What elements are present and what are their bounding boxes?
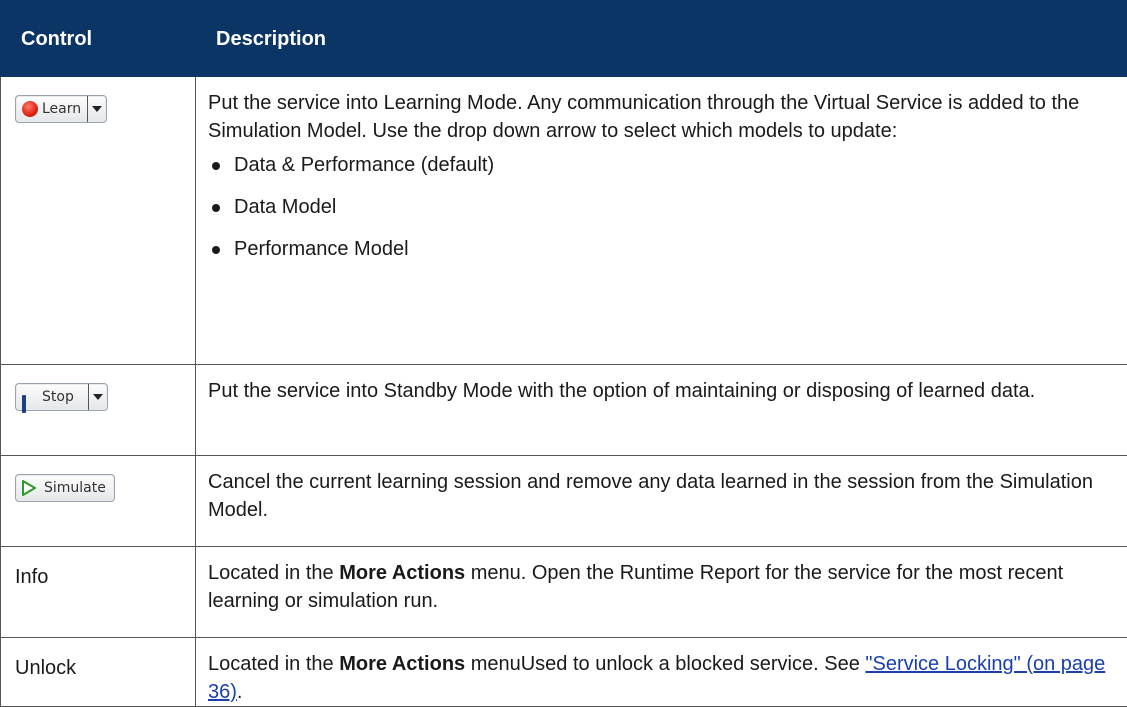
unlock-control: Unlock bbox=[15, 638, 183, 682]
stop-description: Put the service into Standby Mode with t… bbox=[208, 377, 1115, 405]
table-header-row: Control Description bbox=[1, 1, 1127, 77]
table-row: Learn Put the service into Learning Mode… bbox=[1, 77, 1127, 365]
description-cell: Put the service into Learning Mode. Any … bbox=[196, 77, 1127, 365]
model-options-list: Data & Performance (default) Data Model … bbox=[208, 151, 1115, 263]
control-cell: Unlock bbox=[1, 638, 196, 707]
list-item: Data & Performance (default) bbox=[208, 151, 1115, 179]
controls-table: Control Description Learn Put the servic… bbox=[0, 0, 1127, 707]
chevron-down-icon bbox=[93, 393, 103, 401]
learn-dropdown-arrow[interactable] bbox=[87, 96, 106, 122]
simulate-description: Cancel the current learning session and … bbox=[208, 468, 1115, 524]
simulate-button[interactable]: Simulate bbox=[15, 474, 115, 502]
record-icon bbox=[22, 101, 38, 117]
play-icon bbox=[22, 480, 36, 496]
chevron-down-icon bbox=[92, 105, 102, 113]
learn-description: Put the service into Learning Mode. Any … bbox=[208, 89, 1115, 145]
header-control: Control bbox=[1, 1, 196, 77]
list-item: Data Model bbox=[208, 193, 1115, 221]
header-description: Description bbox=[196, 1, 1127, 77]
simulate-button-label: Simulate bbox=[36, 474, 114, 502]
unlock-desc-text: Located in the bbox=[208, 653, 339, 675]
table-row: Simulate Cancel the current learning ses… bbox=[1, 456, 1127, 547]
description-cell: Located in the More Actions menuUsed to … bbox=[196, 638, 1127, 707]
stop-button[interactable]: Stop bbox=[15, 383, 108, 411]
description-cell: Located in the More Actions menu. Open t… bbox=[196, 547, 1127, 638]
learn-button[interactable]: Learn bbox=[15, 95, 107, 123]
description-cell: Cancel the current learning session and … bbox=[196, 456, 1127, 547]
list-item: Performance Model bbox=[208, 235, 1115, 263]
stop-button-label: Stop bbox=[38, 383, 88, 411]
info-desc-text: Located in the bbox=[208, 562, 339, 584]
table-row: Info Located in the More Actions menu. O… bbox=[1, 547, 1127, 638]
stop-dropdown-arrow[interactable] bbox=[88, 384, 107, 410]
pause-icon bbox=[22, 390, 38, 404]
table-row: Unlock Located in the More Actions menuU… bbox=[1, 638, 1127, 707]
description-cell: Put the service into Standby Mode with t… bbox=[196, 365, 1127, 456]
info-control: Info bbox=[15, 547, 183, 591]
unlock-description: Located in the More Actions menuUsed to … bbox=[208, 638, 1115, 706]
info-description: Located in the More Actions menu. Open t… bbox=[208, 547, 1115, 615]
more-actions-term: More Actions bbox=[339, 653, 465, 675]
control-cell: Simulate bbox=[1, 456, 196, 547]
control-cell: Stop bbox=[1, 365, 196, 456]
table-row: Stop Put the service into Standby Mode w… bbox=[1, 365, 1127, 456]
control-cell: Info bbox=[1, 547, 196, 638]
more-actions-term: More Actions bbox=[339, 562, 465, 584]
learn-button-label: Learn bbox=[38, 95, 87, 123]
control-cell: Learn bbox=[1, 77, 196, 365]
unlock-desc-text: menuUsed to unlock a blocked service. Se… bbox=[465, 653, 865, 675]
